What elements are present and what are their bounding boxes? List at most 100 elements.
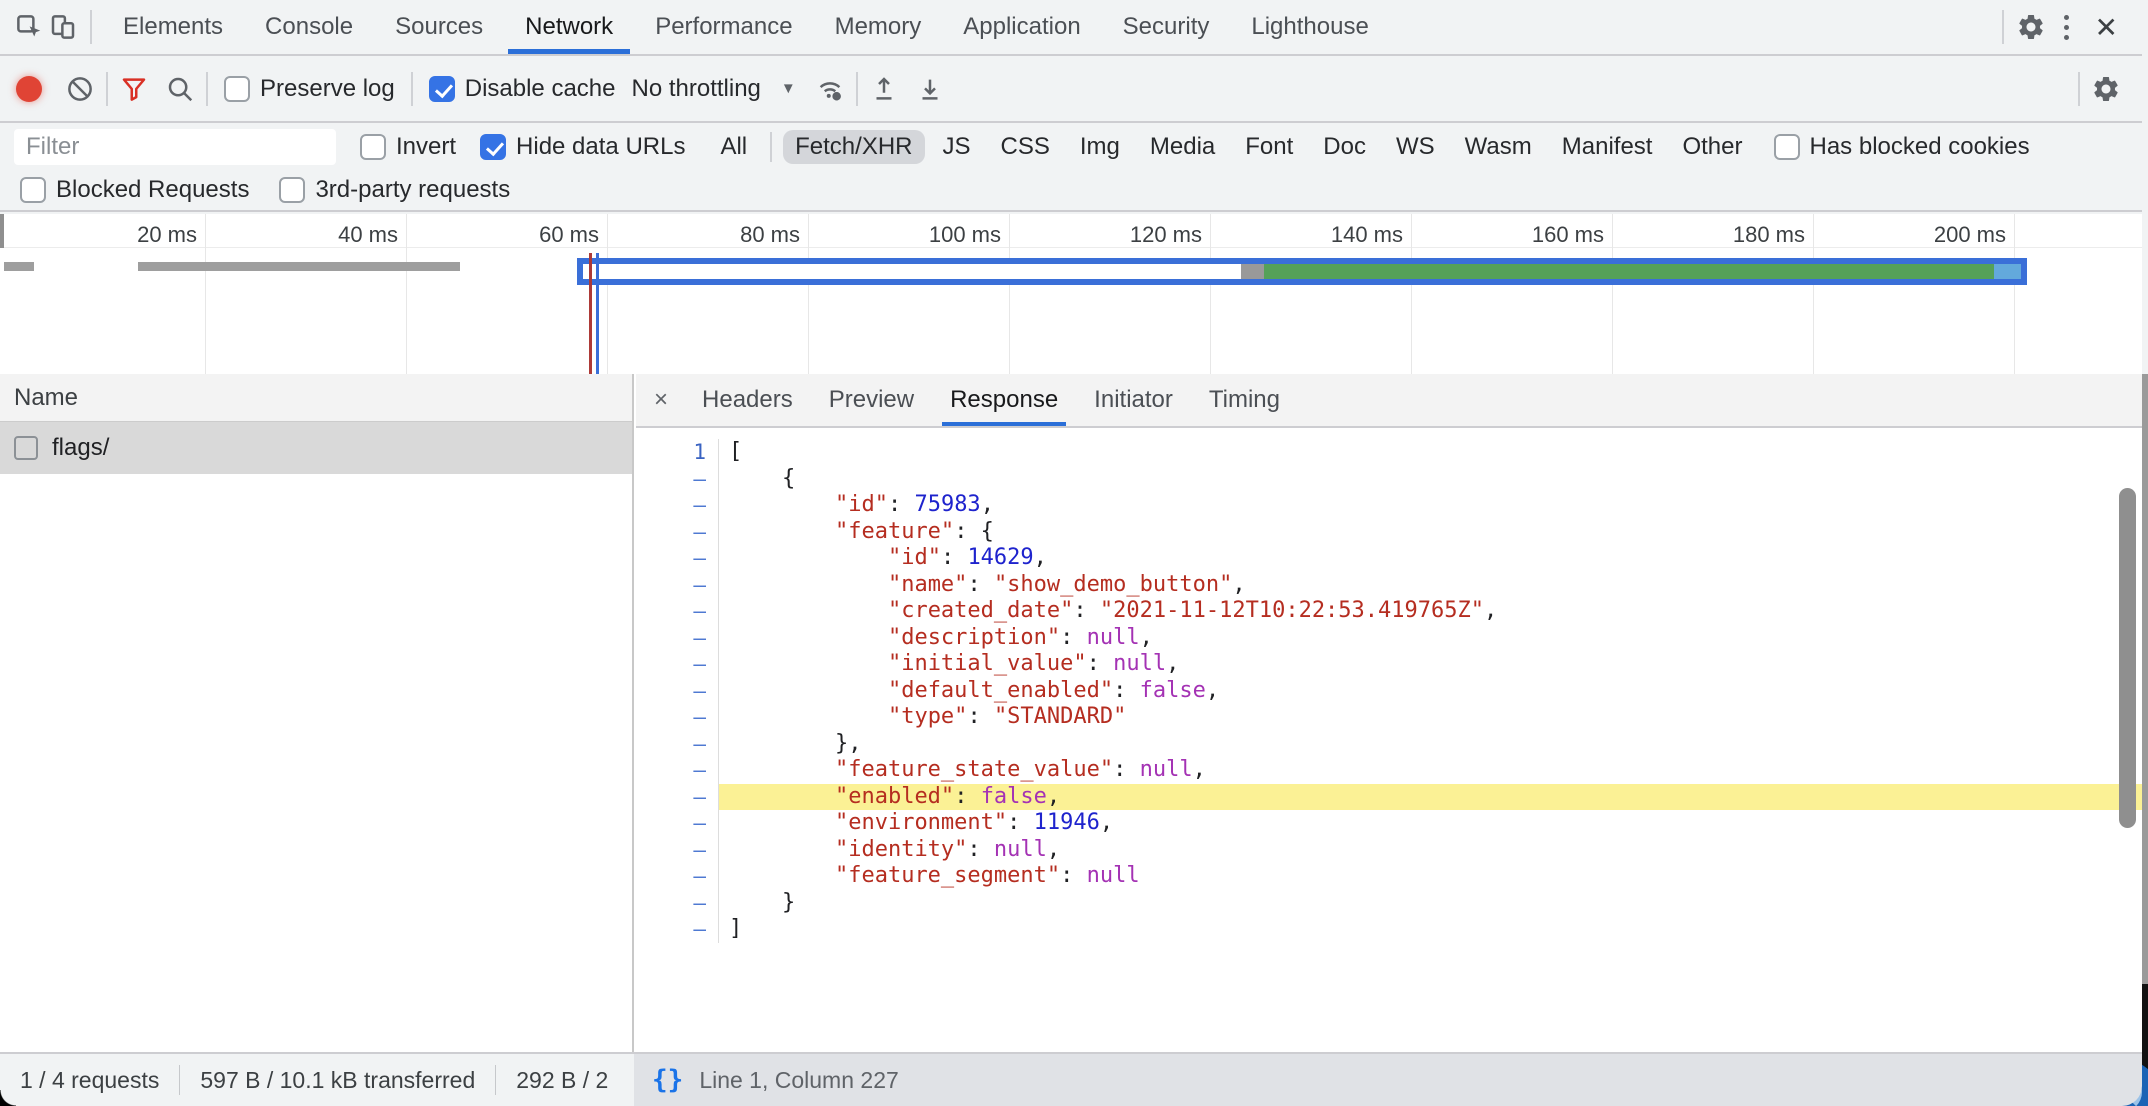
disable-cache-checkbox[interactable]: Disable cache <box>429 75 616 103</box>
overview-bar-segment <box>1241 264 1264 279</box>
tab-application[interactable]: Application <box>942 0 1101 54</box>
type-filter-all[interactable]: All <box>708 130 759 164</box>
type-filter-media[interactable]: Media <box>1138 130 1227 164</box>
details-tab-timing[interactable]: Timing <box>1191 374 1298 426</box>
third-party-requests-checkbox[interactable]: 3rd-party requests <box>279 176 510 204</box>
tabbar-right: ✕ <box>1992 10 2142 44</box>
name-column-header[interactable]: Name <box>0 374 632 422</box>
line-gutter: – <box>636 704 719 731</box>
checkbox-checked[interactable] <box>480 134 506 160</box>
type-filter-doc[interactable]: Doc <box>1311 130 1378 164</box>
preserve-log-checkbox[interactable]: Preserve log <box>224 75 395 103</box>
checkbox-checked[interactable] <box>429 76 455 102</box>
tab-console[interactable]: Console <box>244 0 374 54</box>
settings-gear-icon[interactable] <box>2014 10 2048 44</box>
type-filter-fetch-xhr[interactable]: Fetch/XHR <box>783 130 924 164</box>
code-line[interactable]: – "feature_state_value": null, <box>636 757 2142 784</box>
code-line-highlighted[interactable]: – "enabled": false, <box>636 784 2142 811</box>
details-tab-response[interactable]: Response <box>932 374 1076 426</box>
code-line[interactable]: – "created_date": "2021-11-12T10:22:53.4… <box>636 598 2142 625</box>
tab-performance[interactable]: Performance <box>634 0 813 54</box>
request-row-flags-[interactable]: flags/ <box>0 422 632 474</box>
divider <box>106 72 108 106</box>
timeline-tick-label: 120 ms <box>1130 222 1210 248</box>
code-line[interactable]: – "feature": { <box>636 519 2142 546</box>
device-toolbar-icon[interactable] <box>46 10 80 44</box>
type-filter-manifest[interactable]: Manifest <box>1550 130 1665 164</box>
chevron-down-icon[interactable]: ▼ <box>781 80 796 97</box>
type-filter-wasm[interactable]: Wasm <box>1453 130 1544 164</box>
details-tab-preview[interactable]: Preview <box>811 374 932 426</box>
invert-checkbox[interactable]: Invert <box>360 133 456 161</box>
line-gutter: 1 <box>636 439 719 466</box>
line-gutter: – <box>636 810 719 837</box>
code-line[interactable]: – { <box>636 466 2142 493</box>
checkbox[interactable] <box>14 436 38 460</box>
type-filter-js[interactable]: JS <box>931 130 983 164</box>
checkbox[interactable] <box>224 76 250 102</box>
code-line[interactable]: – "id": 75983, <box>636 492 2142 519</box>
network-overview-timeline[interactable]: 20 ms40 ms60 ms80 ms100 ms120 ms140 ms16… <box>0 214 2142 376</box>
import-har-icon[interactable] <box>868 73 900 105</box>
code-line[interactable]: – "identity": null, <box>636 837 2142 864</box>
checkbox[interactable] <box>20 177 46 203</box>
network-settings-gear-icon[interactable] <box>2090 73 2122 105</box>
checkbox[interactable] <box>360 134 386 160</box>
code-line[interactable]: – "type": "STANDARD" <box>636 704 2142 731</box>
close-details-icon[interactable]: × <box>636 386 684 414</box>
timeline-tick-label: 40 ms <box>338 222 406 248</box>
type-filter-ws[interactable]: WS <box>1384 130 1447 164</box>
clear-network-log-icon[interactable] <box>64 73 96 105</box>
close-devtools-icon[interactable]: ✕ <box>2085 11 2128 44</box>
overview-selected-request-bar <box>577 258 2027 285</box>
tab-network[interactable]: Network <box>504 0 634 54</box>
blocked-requests-checkbox[interactable]: Blocked Requests <box>20 176 249 204</box>
inspect-icon[interactable] <box>12 10 46 44</box>
code-line[interactable]: – "environment": 11946, <box>636 810 2142 837</box>
type-filter-other[interactable]: Other <box>1670 130 1754 164</box>
devtools-window: ElementsConsoleSourcesNetworkPerformance… <box>0 0 2148 1106</box>
record-network-log-button[interactable] <box>16 76 42 102</box>
type-filter-img[interactable]: Img <box>1068 130 1132 164</box>
tab-security[interactable]: Security <box>1102 0 1231 54</box>
code-line[interactable]: – "feature_segment": null <box>636 863 2142 890</box>
search-icon[interactable] <box>164 73 196 105</box>
code-line[interactable]: – "id": 14629, <box>636 545 2142 572</box>
more-options-kebab-icon[interactable] <box>2048 15 2085 40</box>
pretty-print-icon[interactable]: {} <box>652 1065 683 1095</box>
response-body-viewer[interactable]: 1[– {– "id": 75983,– "feature": {– "id":… <box>636 430 2142 1052</box>
tab-sources[interactable]: Sources <box>374 0 504 54</box>
type-filter-font[interactable]: Font <box>1233 130 1305 164</box>
filter-input[interactable] <box>14 129 336 165</box>
has-blocked-cookies-checkbox[interactable]: Has blocked cookies <box>1774 133 2030 161</box>
code-line[interactable]: – "description": null, <box>636 625 2142 652</box>
code-line[interactable]: 1[ <box>636 439 2142 466</box>
code-line[interactable]: – }, <box>636 731 2142 758</box>
tab-elements[interactable]: Elements <box>102 0 244 54</box>
checkbox[interactable] <box>279 177 305 203</box>
code-line[interactable]: – "initial_value": null, <box>636 651 2142 678</box>
details-tab-initiator[interactable]: Initiator <box>1076 374 1191 426</box>
code-line[interactable]: – "name": "show_demo_button", <box>636 572 2142 599</box>
tab-memory[interactable]: Memory <box>814 0 943 54</box>
type-filter-css[interactable]: CSS <box>989 130 1062 164</box>
network-conditions-icon[interactable] <box>814 73 846 105</box>
checkbox[interactable] <box>1774 134 1800 160</box>
code-line[interactable]: – "default_enabled": false, <box>636 678 2142 705</box>
hide-data-urls-checkbox[interactable]: Hide data URLs <box>480 133 685 161</box>
timeline-tick-label: 60 ms <box>539 222 607 248</box>
timeline-gridline <box>406 214 407 374</box>
details-tab-headers[interactable]: Headers <box>684 374 811 426</box>
code-line-text: "created_date": "2021-11-12T10:22:53.419… <box>719 598 2142 625</box>
timeline-tick-label: 140 ms <box>1331 222 1411 248</box>
code-line[interactable]: –] <box>636 916 2142 943</box>
filter-funnel-icon[interactable] <box>118 73 150 105</box>
export-har-icon[interactable] <box>914 73 946 105</box>
tab-lighthouse[interactable]: Lighthouse <box>1230 0 1389 54</box>
panel-tabs: ElementsConsoleSourcesNetworkPerformance… <box>102 0 1390 54</box>
timeline-tick-label: 80 ms <box>740 222 808 248</box>
code-line[interactable]: – } <box>636 890 2142 917</box>
vertical-scrollbar-thumb[interactable] <box>2119 488 2136 828</box>
code-line-text: "description": null, <box>719 625 2142 652</box>
throttling-select[interactable]: No throttling <box>631 75 760 103</box>
